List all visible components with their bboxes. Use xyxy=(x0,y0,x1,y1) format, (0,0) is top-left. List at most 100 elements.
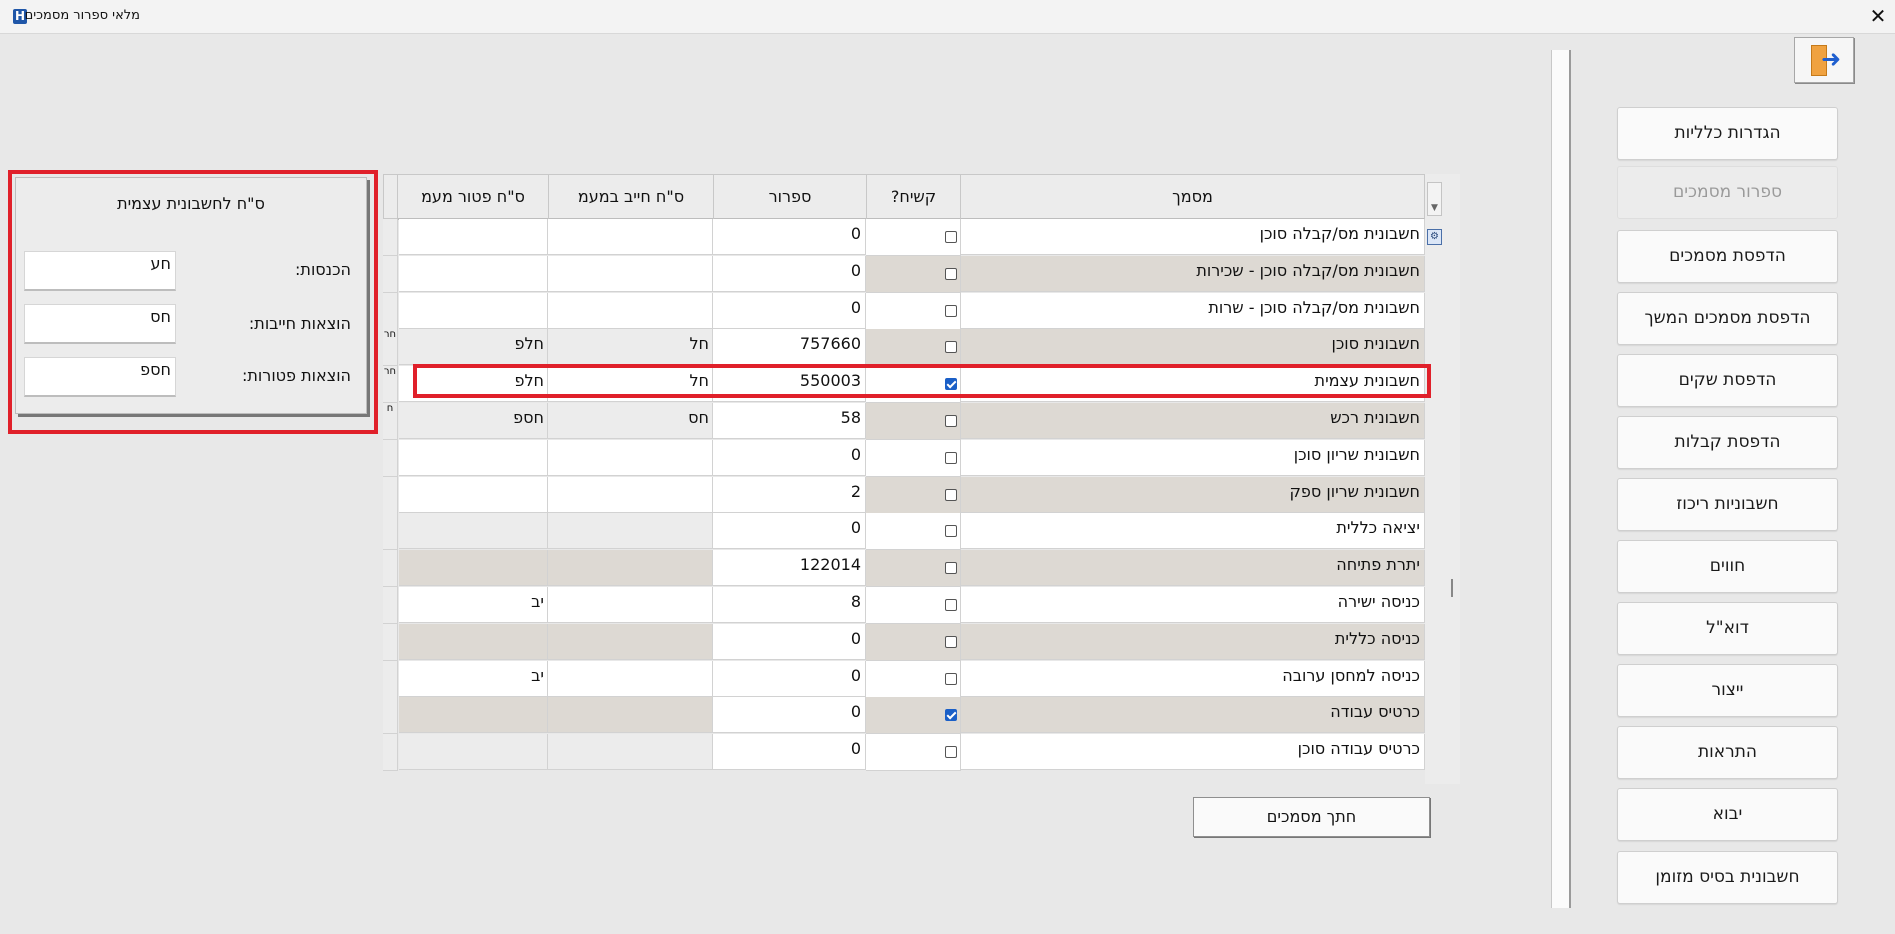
hard-checkbox[interactable] xyxy=(945,341,957,354)
table-row[interactable]: כניסה כללית 0 xyxy=(383,623,1425,661)
nav-button[interactable]: חשבונית בסיס מזומן xyxy=(1617,851,1838,904)
hard-checkbox-cell[interactable] xyxy=(866,734,961,772)
hard-checkbox-cell[interactable] xyxy=(866,329,961,367)
table-row[interactable]: כרטיס עבודה סוכן 0 xyxy=(383,734,1425,772)
hard-checkbox-cell[interactable] xyxy=(866,366,961,404)
document-name-cell[interactable]: חשבונית שריון ספק xyxy=(960,476,1425,513)
income-field[interactable]: חע xyxy=(24,251,176,291)
hard-checkbox[interactable] xyxy=(945,304,957,317)
exempt-vat-cell[interactable] xyxy=(399,476,548,513)
document-name-cell[interactable]: כניסה למחסן ערובה xyxy=(960,660,1425,697)
table-row[interactable]: כניסה ישירה 8 יב xyxy=(383,587,1425,624)
table-row[interactable]: חשבונית שריון סוכן 0 xyxy=(383,439,1425,477)
number-cell[interactable]: 0 xyxy=(713,219,866,255)
grid-scrollbar[interactable]: ▼ ⚙ xyxy=(1425,174,1460,784)
nav-button[interactable]: דוא"ל xyxy=(1617,602,1838,655)
hard-checkbox-cell[interactable] xyxy=(866,439,961,477)
table-row[interactable]: חשבונית סוכן 757660 חל חלפ חר xyxy=(383,329,1425,367)
exempt-vat-cell[interactable]: יב xyxy=(399,587,548,623)
hard-checkbox-cell[interactable] xyxy=(866,697,961,735)
number-cell[interactable]: 122014 xyxy=(713,550,866,587)
hard-checkbox-cell[interactable] xyxy=(866,623,961,661)
hard-checkbox-cell[interactable] xyxy=(866,513,961,551)
table-row[interactable]: כרטיס עבודה 0 xyxy=(383,697,1425,735)
nav-button[interactable]: התראות xyxy=(1617,726,1838,779)
number-cell[interactable]: 757660 xyxy=(713,329,866,366)
liable-vat-cell[interactable] xyxy=(548,734,713,771)
number-cell[interactable]: 2 xyxy=(713,476,866,513)
liable-vat-cell[interactable] xyxy=(548,660,713,697)
nav-button[interactable]: חווים xyxy=(1617,540,1838,593)
hard-checkbox-cell[interactable] xyxy=(866,476,961,514)
grid-options-icon[interactable]: ⚙ xyxy=(1427,229,1442,245)
scroll-down-icon[interactable]: ▼ xyxy=(1427,182,1442,216)
hard-checkbox[interactable] xyxy=(945,415,957,427)
number-cell[interactable]: 0 xyxy=(713,697,866,734)
number-cell[interactable]: 58 xyxy=(713,403,866,439)
exempt-vat-cell[interactable] xyxy=(399,513,548,550)
table-row[interactable]: חשבונית מס/קבלה סוכן - שכירות 0 xyxy=(383,255,1425,293)
document-name-cell[interactable]: יתרת פתיחה xyxy=(960,550,1425,587)
number-cell[interactable]: 8 xyxy=(713,587,866,623)
liable-vat-cell[interactable] xyxy=(548,292,713,329)
number-cell[interactable]: 0 xyxy=(713,734,866,771)
hard-checkbox[interactable] xyxy=(945,562,957,575)
number-cell[interactable]: 0 xyxy=(713,623,866,660)
hard-checkbox[interactable] xyxy=(945,525,957,538)
nav-button[interactable]: חשבוניות ריכוז xyxy=(1617,478,1838,531)
header-exempt[interactable]: ס"ח פטור מעמ xyxy=(397,174,549,220)
header-liable[interactable]: ס"ח חייב במעמ xyxy=(548,174,714,220)
table-row[interactable]: חשבונית מס/קבלה סוכן 0 xyxy=(383,219,1425,256)
nav-button[interactable]: ייצור xyxy=(1617,664,1838,717)
scroll-thumb[interactable] xyxy=(1451,579,1453,597)
document-name-cell[interactable]: חשבונית סוכן xyxy=(960,329,1425,366)
hard-checkbox[interactable] xyxy=(945,746,957,759)
hard-checkbox-cell[interactable] xyxy=(866,587,961,624)
table-row[interactable]: יתרת פתיחה 122014 xyxy=(383,550,1425,588)
hard-checkbox[interactable] xyxy=(945,378,957,391)
document-name-cell[interactable]: כניסה כללית xyxy=(960,623,1425,660)
header-number[interactable]: ספרור xyxy=(713,174,867,220)
document-name-cell[interactable]: חשבונית מס/קבלה סוכן xyxy=(960,219,1425,255)
exempt-vat-cell[interactable]: חלפ xyxy=(399,329,548,366)
liable-vat-cell[interactable] xyxy=(548,550,713,587)
hard-checkbox-cell[interactable] xyxy=(866,550,961,588)
hard-checkbox[interactable] xyxy=(945,709,957,722)
table-row[interactable]: כניסה למחסן ערובה 0 יב xyxy=(383,660,1425,698)
hard-checkbox-cell[interactable] xyxy=(866,292,961,330)
document-name-cell[interactable]: יציאה כללית xyxy=(960,513,1425,550)
exempt-vat-cell[interactable]: חספ xyxy=(399,403,548,439)
liable-vat-cell[interactable]: חל xyxy=(548,366,713,403)
exempt-vat-cell[interactable]: יב xyxy=(399,660,548,697)
hard-checkbox[interactable] xyxy=(945,267,957,280)
exempt-vat-cell[interactable]: חלפ xyxy=(399,366,548,403)
number-cell[interactable]: 0 xyxy=(713,513,866,550)
hard-checkbox[interactable] xyxy=(945,451,957,464)
exempt-vat-cell[interactable] xyxy=(399,439,548,476)
liable-vat-cell[interactable] xyxy=(548,623,713,660)
document-name-cell[interactable]: כניסה ישירה xyxy=(960,587,1425,623)
exempt-vat-cell[interactable] xyxy=(399,734,548,771)
hard-checkbox[interactable] xyxy=(945,231,957,243)
liable-vat-cell[interactable] xyxy=(548,255,713,292)
table-row[interactable]: חשבונית מס/קבלה סוכן - שרות 0 xyxy=(383,292,1425,330)
table-row[interactable]: חשבונית עצמית 550003 חל חלפ חר xyxy=(383,366,1425,404)
nav-button[interactable]: הדפסת מסמכים המשך xyxy=(1617,292,1838,345)
number-cell[interactable]: 0 xyxy=(713,255,866,292)
number-cell[interactable]: 0 xyxy=(713,439,866,476)
nav-button[interactable]: הגדרות כלליות xyxy=(1617,107,1838,160)
exempt-vat-cell[interactable] xyxy=(399,623,548,660)
table-row[interactable]: יציאה כללית 0 xyxy=(383,513,1425,551)
liable-vat-cell[interactable] xyxy=(548,587,713,623)
liable-vat-cell[interactable] xyxy=(548,513,713,550)
hard-checkbox[interactable] xyxy=(945,672,957,685)
exempt-vat-cell[interactable] xyxy=(399,219,548,255)
liable-vat-cell[interactable] xyxy=(548,439,713,476)
hard-checkbox-cell[interactable] xyxy=(866,660,961,698)
exempt-vat-cell[interactable] xyxy=(399,255,548,292)
nav-button[interactable]: הדפסת מסמכים xyxy=(1617,230,1838,283)
hard-checkbox-cell[interactable] xyxy=(866,403,961,440)
hard-checkbox-cell[interactable] xyxy=(866,255,961,293)
liable-vat-cell[interactable]: חל xyxy=(548,329,713,366)
document-name-cell[interactable]: חשבונית מס/קבלה סוכן - שרות xyxy=(960,292,1425,329)
